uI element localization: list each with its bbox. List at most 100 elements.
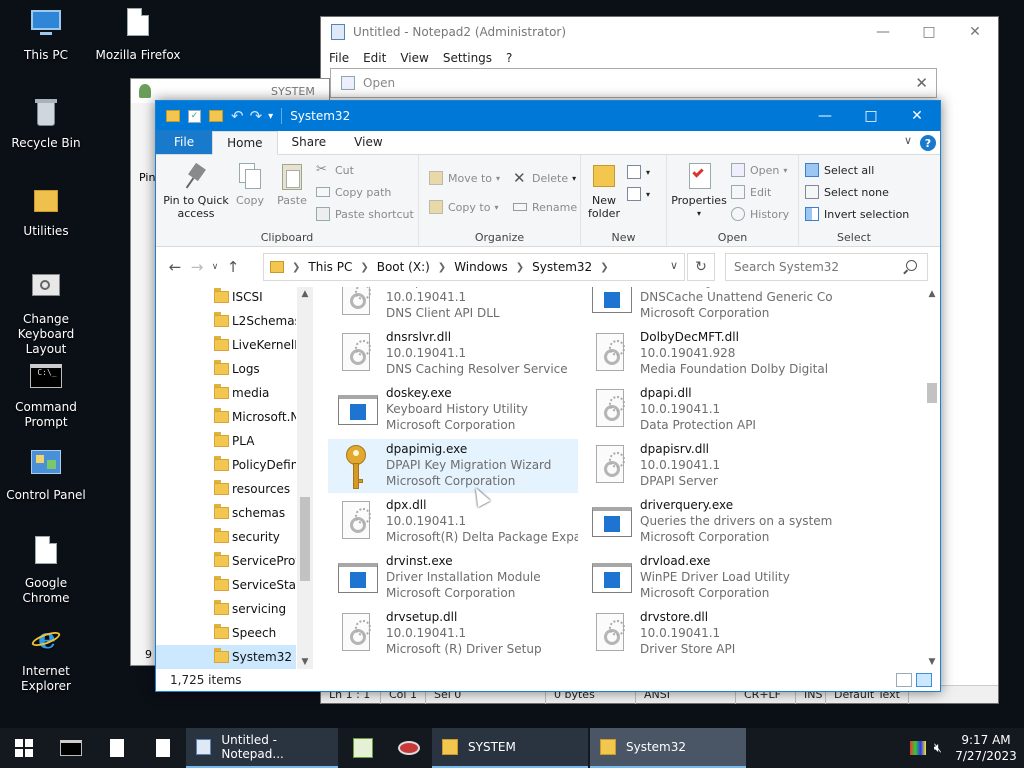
recent-locations-icon[interactable]: ∨ bbox=[208, 262, 222, 272]
explorer-window[interactable]: ✓ ↶ ↷ ▾ System32 — □ ✕ File Home Share V… bbox=[155, 100, 941, 692]
file-tile[interactable]: DolbyDecMFT.dll 10.0.19041.928 Media Found… bbox=[582, 327, 832, 381]
easy-access-button[interactable]: ▾ bbox=[627, 185, 650, 203]
volume-muted-icon[interactable]: 🔇︎ bbox=[934, 741, 942, 756]
scroll-thumb[interactable] bbox=[300, 497, 310, 581]
open-button[interactable]: Open ▾ bbox=[731, 161, 787, 179]
select-none-button[interactable]: Select none bbox=[805, 183, 889, 201]
redo-icon[interactable]: ↷ bbox=[250, 107, 263, 125]
address-bar[interactable]: ❯ This PC ❯ Boot (X:) ❯ Windows ❯ System… bbox=[263, 253, 685, 281]
scroll-thumb[interactable] bbox=[927, 383, 937, 403]
nav-tree-item[interactable]: Speech bbox=[156, 621, 296, 645]
maximize-icon[interactable]: □ bbox=[848, 101, 894, 131]
nav-tree-item[interactable]: schemas bbox=[156, 501, 296, 525]
menu-edit[interactable]: Edit bbox=[363, 51, 386, 65]
undo-icon[interactable]: ↶ bbox=[231, 107, 244, 125]
tab-view[interactable]: View bbox=[340, 130, 396, 154]
new-folder-button[interactable]: New folder bbox=[585, 161, 623, 220]
taskbar-task-notepad[interactable]: Untitled - Notepad... bbox=[186, 728, 338, 768]
copy-button[interactable]: Copy bbox=[232, 161, 268, 207]
taskbar-chart-app[interactable] bbox=[340, 728, 386, 768]
cut-button[interactable]: ✂ Cut bbox=[316, 161, 354, 179]
close-icon[interactable]: ✕ bbox=[894, 101, 940, 131]
nav-tree-item[interactable]: PLA bbox=[156, 429, 296, 453]
nav-tree-item[interactable]: security bbox=[156, 525, 296, 549]
refresh-icon[interactable]: ↻ bbox=[687, 253, 715, 281]
menu-settings[interactable]: Settings bbox=[443, 51, 492, 65]
taskbar-task-system[interactable]: SYSTEM bbox=[432, 728, 588, 768]
nav-tree-item[interactable]: servicing bbox=[156, 597, 296, 621]
desktop-icon-internet-explorer[interactable]: e Internet Explorer bbox=[0, 624, 92, 694]
desktop-icon-utilities[interactable]: Utilities bbox=[0, 184, 92, 239]
file-tile[interactable]: dpapimig.exe DPAPI Key Migration Wizard Mi… bbox=[328, 439, 578, 493]
pin-to-quick-access-button[interactable]: Pin to Quick access bbox=[160, 161, 232, 220]
copy-to-button[interactable]: Copy to ▾ bbox=[429, 198, 498, 216]
tiles-view-icon[interactable] bbox=[916, 673, 932, 687]
nav-tree-item[interactable]: L2Schemas bbox=[156, 309, 296, 333]
chevron-down-icon[interactable]: ∨ bbox=[904, 134, 912, 147]
file-tile[interactable]: driverquery.exe Queries the drivers on a … bbox=[582, 495, 832, 549]
close-icon[interactable]: ✕ bbox=[915, 74, 928, 92]
start-button[interactable] bbox=[0, 728, 48, 768]
nav-tree-item[interactable]: ServiceProfi bbox=[156, 549, 296, 573]
new-item-button[interactable]: ▾ bbox=[627, 163, 650, 181]
file-tile[interactable]: dnsapi.dll 10.0.19041.1 DNS Client API DLL bbox=[328, 287, 578, 325]
file-tile[interactable]: dnsrslvr.dll 10.0.19041.1 DNS Caching Reso… bbox=[328, 327, 578, 381]
history-button[interactable]: History bbox=[731, 205, 789, 223]
file-tile[interactable]: drvinst.exe Driver Installation Module Mic… bbox=[328, 551, 578, 605]
tab-file[interactable]: File bbox=[156, 130, 213, 154]
menu-help[interactable]: ? bbox=[506, 51, 512, 65]
file-list-scrollbar[interactable]: ▲ ▼ bbox=[924, 287, 940, 669]
file-tile[interactable]: doskey.exe Keyboard History Utility Micros… bbox=[328, 383, 578, 437]
move-to-button[interactable]: Move to ▾ bbox=[429, 169, 500, 187]
chevron-down-icon[interactable]: ∨ bbox=[670, 259, 678, 272]
search-icon[interactable] bbox=[906, 260, 917, 271]
file-tile[interactable]: dpapi.dll 10.0.19041.1 Data Protection API bbox=[582, 383, 832, 437]
rename-button[interactable]: Rename bbox=[513, 198, 577, 216]
nav-tree-item[interactable]: PolicyDefini bbox=[156, 453, 296, 477]
nav-tree-item[interactable]: Microsoft.N bbox=[156, 405, 296, 429]
maximize-icon[interactable]: □ bbox=[906, 17, 952, 47]
tab-home[interactable]: Home bbox=[212, 131, 278, 155]
breadcrumb-windows[interactable]: Windows bbox=[454, 260, 508, 274]
desktop-icon-recycle-bin[interactable]: Recycle Bin bbox=[0, 96, 92, 151]
details-view-icon[interactable] bbox=[896, 673, 912, 687]
close-icon[interactable]: ✕ bbox=[952, 17, 998, 47]
minimize-icon[interactable]: — bbox=[802, 101, 848, 131]
nav-tree-item[interactable]: System32 bbox=[156, 645, 296, 669]
copy-path-button[interactable]: Copy path bbox=[316, 183, 391, 201]
clock[interactable]: 9:17 AM 7/27/2023 bbox=[948, 732, 1024, 764]
forward-icon[interactable]: → bbox=[186, 258, 208, 276]
customize-toolbar-icon[interactable]: ▾ bbox=[268, 111, 273, 122]
desktop-icon-command-prompt[interactable]: C:\_ Command Prompt bbox=[0, 360, 92, 430]
help-icon[interactable]: ? bbox=[920, 135, 936, 151]
nav-tree-item[interactable]: ServiceState bbox=[156, 573, 296, 597]
scroll-up-icon[interactable]: ▲ bbox=[924, 289, 940, 299]
display-color-icon[interactable] bbox=[909, 741, 926, 755]
breadcrumb-boot[interactable]: Boot (X:) bbox=[377, 260, 430, 274]
desktop-icon-this-pc[interactable]: This PC bbox=[0, 8, 92, 63]
edit-button[interactable]: Edit bbox=[731, 183, 771, 201]
delete-button[interactable]: ✕ Delete ▾ bbox=[513, 169, 576, 187]
menu-view[interactable]: View bbox=[400, 51, 428, 65]
paste-shortcut-button[interactable]: Paste shortcut bbox=[316, 205, 414, 223]
scroll-up-icon[interactable]: ▲ bbox=[297, 289, 313, 299]
desktop-icon-change-keyboard-layout[interactable]: Change Keyboard Layout bbox=[0, 272, 92, 357]
file-tile[interactable]: dnscacheugc.exe DNSCache Unattend Generic… bbox=[582, 287, 832, 325]
minimize-icon[interactable]: — bbox=[860, 17, 906, 47]
new-folder-quick-icon[interactable] bbox=[209, 110, 223, 122]
scroll-down-icon[interactable]: ▼ bbox=[924, 657, 940, 667]
file-tile[interactable]: drvload.exe WinPE Driver Load Utility Micr… bbox=[582, 551, 832, 605]
taskbar-task-system32[interactable]: System32 bbox=[590, 728, 746, 768]
nav-tree-item[interactable]: LiveKernelR bbox=[156, 333, 296, 357]
nav-tree-item[interactable]: Logs bbox=[156, 357, 296, 381]
navigation-scrollbar[interactable]: ▲ ▼ bbox=[297, 287, 313, 669]
file-tile[interactable]: dpapisrv.dll 10.0.19041.1 DPAPI Server bbox=[582, 439, 832, 493]
nav-tree-item[interactable]: media bbox=[156, 381, 296, 405]
breadcrumb-this-pc[interactable]: This PC bbox=[308, 260, 352, 274]
desktop-icon-control-panel[interactable]: Control Panel bbox=[0, 448, 92, 503]
taskbar-disk-app[interactable] bbox=[386, 728, 432, 768]
desktop-icon-google-chrome[interactable]: Google Chrome bbox=[0, 536, 92, 606]
select-all-button[interactable]: Select all bbox=[805, 161, 874, 179]
file-tile[interactable]: drvstore.dll 10.0.19041.1 Driver Store API bbox=[582, 607, 832, 661]
breadcrumb-system32[interactable]: System32 bbox=[532, 260, 592, 274]
